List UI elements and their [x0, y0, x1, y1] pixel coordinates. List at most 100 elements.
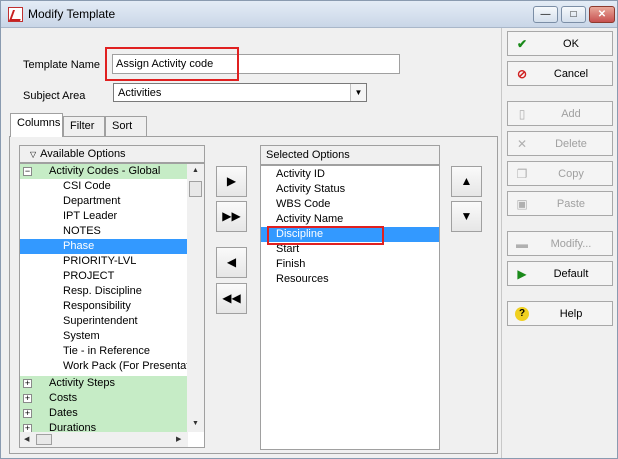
list-item-label: Work Pack (For Presentati [63, 360, 188, 372]
list-item[interactable]: CSI Code [20, 179, 188, 194]
close-button[interactable]: ✕ [589, 6, 615, 23]
paste-button[interactable]: ▣ Paste [507, 191, 613, 216]
list-item[interactable]: Department [20, 194, 188, 209]
selected-options-header: Selected Options [260, 145, 440, 165]
app-icon [8, 7, 23, 22]
move-right-button[interactable]: ▶ [216, 166, 247, 197]
list-item[interactable]: IPT Leader [20, 209, 188, 224]
list-item-label: Responsibility [63, 300, 131, 312]
cancel-label: Cancel [553, 68, 589, 80]
list-item-label: PRIORITY-LVL [63, 255, 137, 267]
ok-button[interactable]: ✔ OK [507, 31, 613, 56]
tree-group-row[interactable]: + Dates [20, 406, 188, 421]
selected-list-item[interactable]: WBS Code [261, 197, 439, 212]
expand-icon[interactable]: + [23, 394, 32, 403]
delete-x-icon: ✕ [516, 137, 528, 151]
list-item[interactable]: Work Pack (For Presentati [20, 359, 188, 374]
add-button[interactable]: ▯ Add [507, 101, 613, 126]
list-item[interactable]: Phase [20, 239, 188, 254]
copy-button[interactable]: ❐ Copy [507, 161, 613, 186]
list-item[interactable]: PROJECT [20, 269, 188, 284]
list-item[interactable]: Resp. Discipline [20, 284, 188, 299]
collapse-icon[interactable]: − [23, 167, 32, 176]
available-options-header[interactable]: ▽ Available Options [19, 145, 205, 163]
selected-list-item[interactable]: Activity Name [261, 212, 439, 227]
horizontal-scroll-thumb[interactable] [36, 434, 52, 445]
available-vertical-scrollbar[interactable]: ▲ ▼ [187, 164, 204, 432]
chevron-down-icon[interactable]: ▼ [350, 84, 366, 101]
move-left-button[interactable]: ◀ [216, 247, 247, 278]
help-icon: ? [515, 307, 529, 321]
arrow-down-icon: ▼ [460, 209, 473, 223]
tree-group-row[interactable]: + Activity Steps [20, 376, 188, 391]
selected-list-item[interactable]: Resources [261, 272, 439, 287]
move-down-button[interactable]: ▼ [451, 201, 482, 232]
tab-sort[interactable]: Sort [105, 116, 147, 136]
subject-area-label: Subject Area [23, 90, 86, 102]
selected-list-item[interactable]: Activity Status [261, 182, 439, 197]
expand-icon[interactable]: + [23, 409, 32, 418]
subject-area-value: Activities [118, 87, 162, 99]
ok-label: OK [563, 38, 579, 50]
list-item-label: Department [63, 195, 121, 207]
paste-label: Paste [556, 198, 586, 210]
cancel-button[interactable]: ⊘ Cancel [507, 61, 613, 86]
add-label: Add [561, 108, 581, 120]
list-item-label: Dates [49, 407, 78, 419]
list-item-label: Tie - in Reference [63, 345, 151, 357]
tree-group-row[interactable]: − Activity Codes - Global [20, 164, 188, 179]
selected-options-list[interactable]: Activity ID Activity Status WBS Code Activi… [260, 165, 440, 450]
minimize-button[interactable]: — [533, 6, 558, 23]
modify-icon: ▬ [516, 237, 528, 251]
scroll-right-arrow-icon[interactable]: ▶ [176, 435, 181, 443]
new-document-icon: ▯ [518, 107, 526, 121]
maximize-button[interactable]: □ [561, 6, 586, 23]
subject-area-select[interactable]: Activities ▼ [113, 83, 367, 102]
selected-list-item[interactable]: Finish [261, 257, 439, 272]
play-icon: ▶ [517, 267, 527, 281]
move-all-left-button[interactable]: ◀◀ [216, 283, 247, 314]
copy-label: Copy [558, 168, 584, 180]
move-up-button[interactable]: ▲ [451, 166, 482, 197]
default-label: Default [553, 268, 589, 280]
list-item[interactable]: PRIORITY-LVL [20, 254, 188, 269]
list-item-label: Superintendent [63, 315, 138, 327]
discipline-highlight [267, 226, 384, 245]
move-all-right-button[interactable]: ▶▶ [216, 201, 247, 232]
expand-icon[interactable]: + [23, 379, 32, 388]
vertical-scroll-thumb[interactable] [189, 181, 202, 197]
available-horizontal-scrollbar[interactable]: ◀ ▶ [20, 432, 188, 447]
template-name-highlight [105, 47, 239, 81]
tab-columns[interactable]: Columns [10, 113, 63, 137]
list-item[interactable]: Responsibility [20, 299, 188, 314]
list-item-label: Activity Steps [49, 377, 116, 389]
help-label: Help [559, 308, 583, 320]
delete-button[interactable]: ✕ Delete [507, 131, 613, 156]
list-item-label: PROJECT [63, 270, 115, 282]
list-item-label: NOTES [63, 225, 101, 237]
list-item[interactable]: Tie - in Reference [20, 344, 188, 359]
available-options-title: Available Options [40, 148, 126, 160]
double-arrow-right-icon: ▶▶ [222, 209, 241, 223]
collapse-chevron-icon: ▽ [30, 150, 37, 159]
double-arrow-left-icon: ◀◀ [222, 291, 241, 305]
modify-label: Modify... [550, 238, 592, 250]
scroll-left-arrow-icon[interactable]: ◀ [24, 435, 29, 443]
list-item[interactable]: NOTES [20, 224, 188, 239]
tree-group-row[interactable]: + Costs [20, 391, 188, 406]
list-item[interactable]: System [20, 329, 188, 344]
list-item[interactable]: Superintendent [20, 314, 188, 329]
list-item-label: System [63, 330, 100, 342]
list-item-label: Costs [49, 392, 78, 404]
arrow-left-icon: ◀ [226, 255, 237, 269]
default-button[interactable]: ▶ Default [507, 261, 613, 286]
copy-icon: ❐ [516, 167, 528, 181]
scroll-down-arrow-icon[interactable]: ▼ [192, 420, 199, 427]
available-options-list[interactable]: − Activity Codes - Global CSI Code Departme… [19, 163, 205, 448]
paste-icon: ▣ [516, 197, 528, 211]
selected-list-item[interactable]: Activity ID [261, 167, 439, 182]
modify-button[interactable]: ▬ Modify... [507, 231, 613, 256]
scroll-up-arrow-icon[interactable]: ▲ [192, 167, 199, 174]
help-button[interactable]: ? Help [507, 301, 613, 326]
tab-filter[interactable]: Filter [63, 116, 105, 136]
